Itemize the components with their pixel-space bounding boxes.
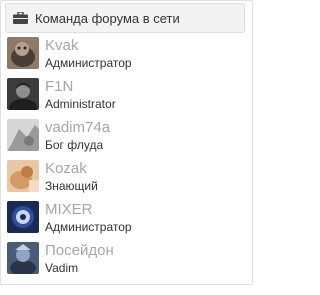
member-role: Знающий <box>45 179 98 193</box>
online-team-widget: Команда форума в сети Kvak Администратор <box>0 0 253 285</box>
member-list: Kvak Администратор F1N Administrator vad… <box>1 34 254 280</box>
member-name[interactable]: Kozak <box>45 160 87 177</box>
member-role: Администратор <box>45 220 132 234</box>
avatar[interactable] <box>7 160 39 192</box>
member-name[interactable]: F1N <box>45 78 73 95</box>
member-role: Administrator <box>45 97 116 111</box>
widget-header: Команда форума в сети <box>5 3 245 33</box>
list-item: vadim74a Бог флуда <box>1 116 254 157</box>
member-role: Vadim <box>45 261 79 275</box>
list-item: Kozak Знающий <box>1 157 254 198</box>
avatar[interactable] <box>7 119 39 151</box>
list-item: F1N Administrator <box>1 75 254 116</box>
member-name[interactable]: MIXER <box>45 201 93 218</box>
list-item: Посейдон Vadim <box>1 239 254 280</box>
briefcase-icon <box>13 12 28 24</box>
member-role: Администратор <box>45 56 132 70</box>
member-role: Бог флуда <box>45 138 104 152</box>
member-name[interactable]: vadim74a <box>45 119 110 136</box>
list-item: Kvak Администратор <box>1 34 254 75</box>
member-name[interactable]: Посейдон <box>45 242 114 259</box>
avatar[interactable] <box>7 242 39 274</box>
list-item: MIXER Администратор <box>1 198 254 239</box>
avatar[interactable] <box>7 37 39 69</box>
widget-title: Команда форума в сети <box>35 11 180 26</box>
avatar[interactable] <box>7 78 39 110</box>
member-name[interactable]: Kvak <box>45 37 78 54</box>
avatar[interactable] <box>7 201 39 233</box>
